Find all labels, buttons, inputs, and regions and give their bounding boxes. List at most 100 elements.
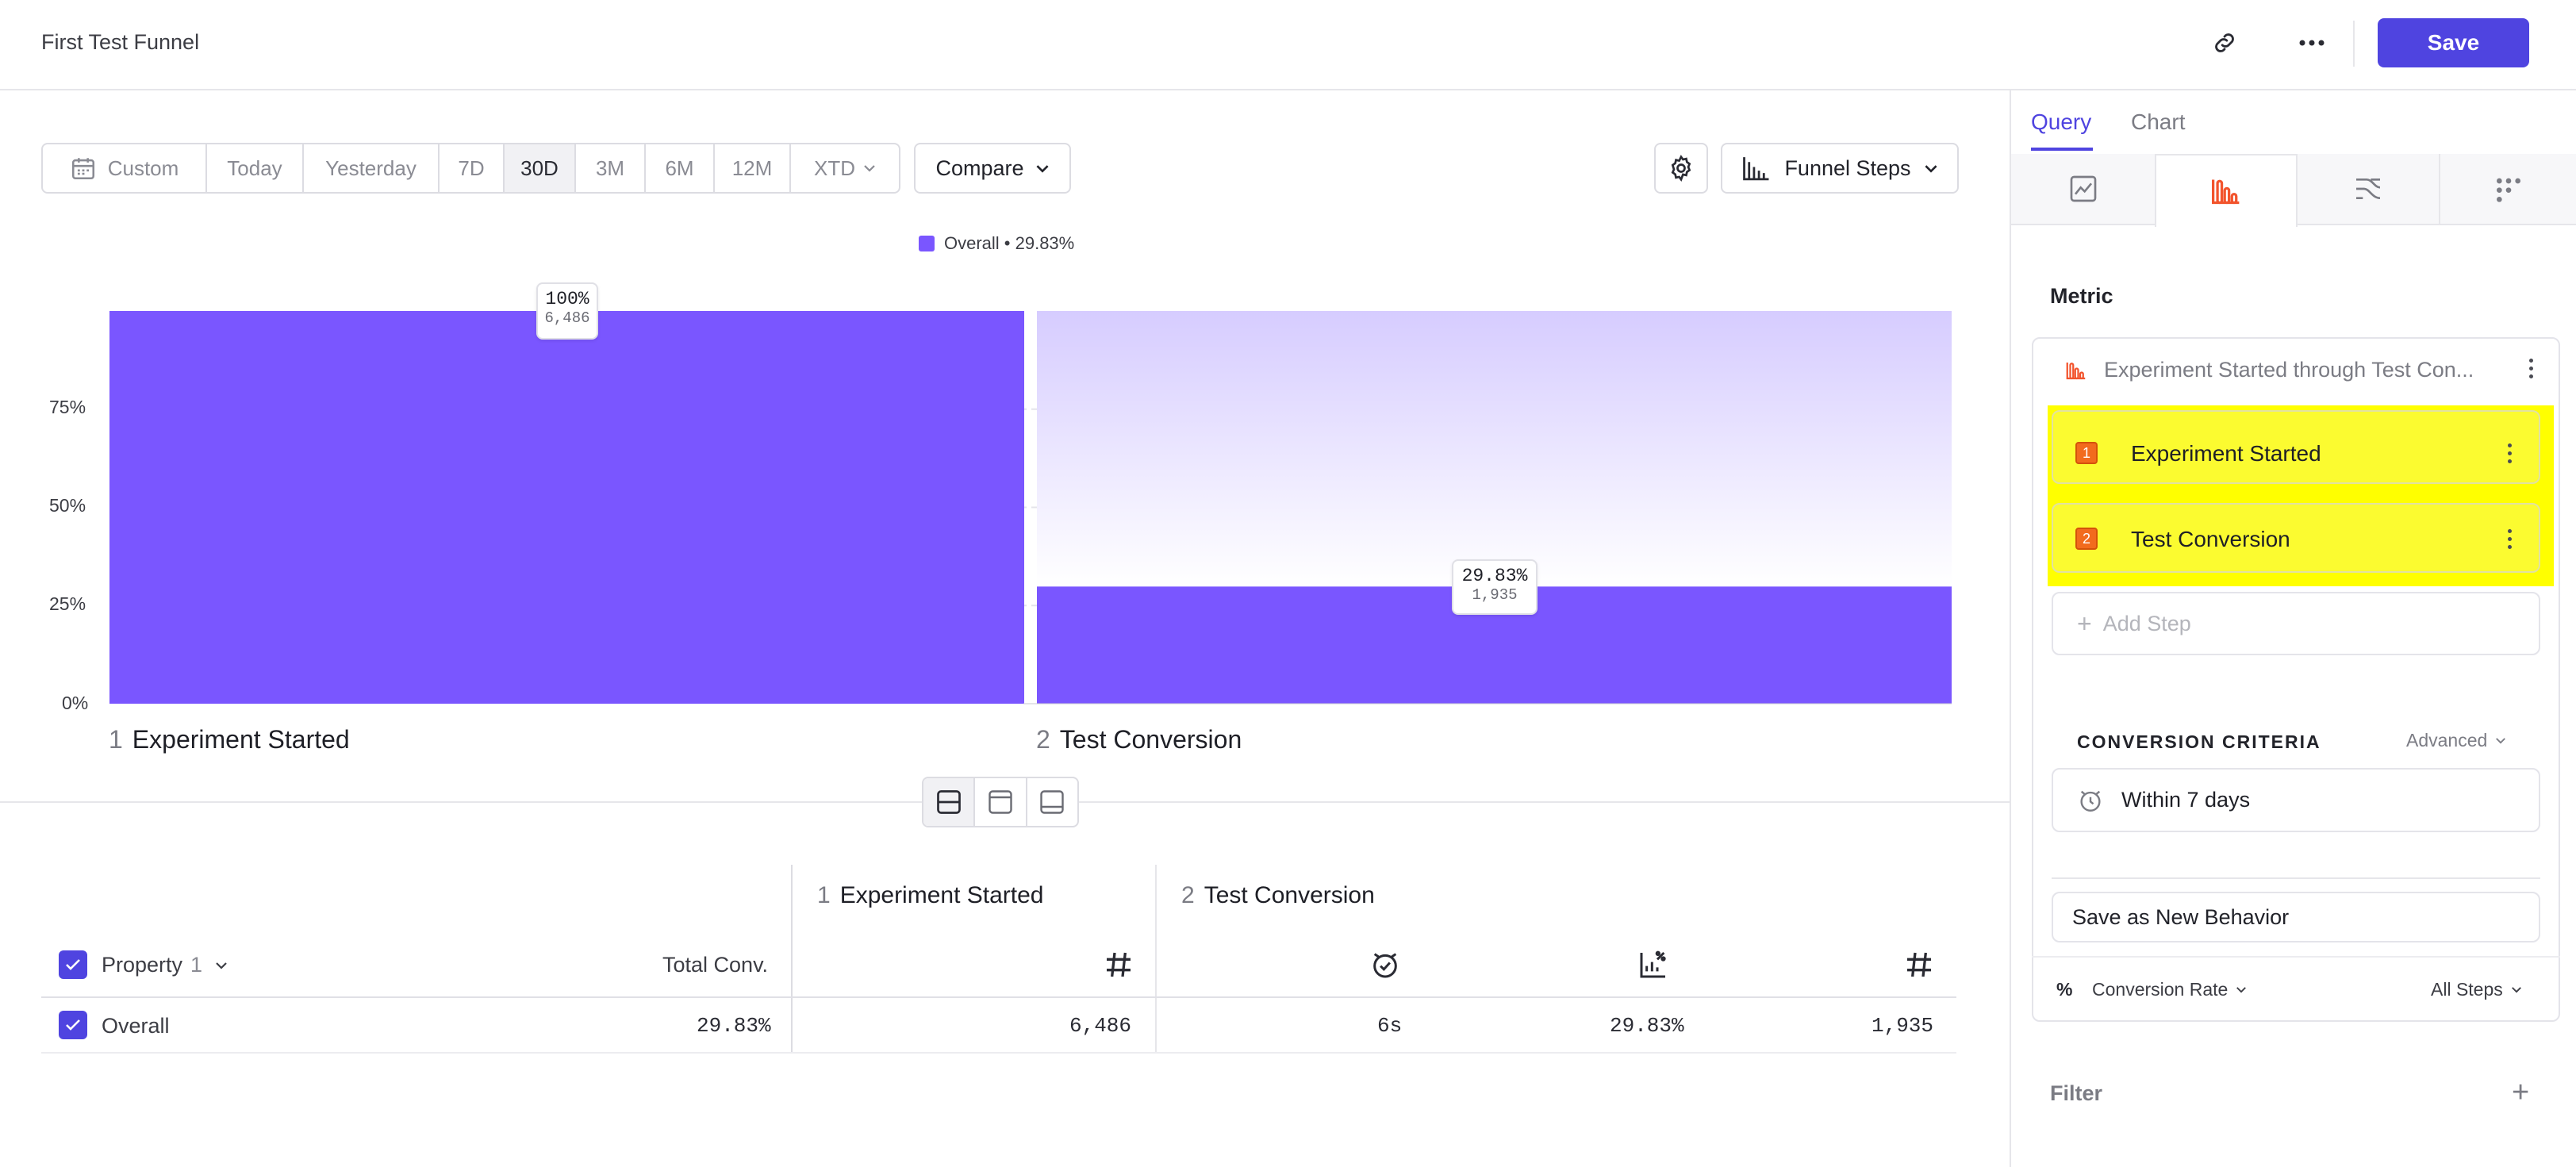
layout-split-button[interactable] [923, 778, 976, 826]
conversion-window-field[interactable]: Within 7 days [2052, 768, 2540, 832]
row-checkbox[interactable] [59, 1011, 87, 1039]
viz-retention-button[interactable] [2440, 154, 2576, 225]
step-number: 2 [1181, 882, 1195, 908]
chart-step-label: 1 Experiment Started [109, 725, 350, 754]
property-label: Property [102, 953, 183, 977]
funnel-chart [109, 311, 1952, 704]
row-label: Overall [102, 1014, 170, 1038]
add-step-button[interactable]: + Add Step [2052, 592, 2540, 655]
chevron-down-icon [2511, 987, 2521, 993]
line-chart-icon [2070, 175, 2096, 202]
step-badge: 1 [2075, 442, 2098, 464]
funnel-step-2[interactable] [2052, 503, 2540, 573]
metric-funnel-icon [2064, 359, 2088, 386]
bar-percent: 29.83% [1461, 566, 1528, 586]
step1-count-cell: 6,486 [1069, 1014, 1132, 1038]
property-column-header[interactable]: Property 1 [102, 953, 228, 977]
bar-value-label: 29.83% 1,935 [1452, 559, 1538, 615]
total-conv-header[interactable]: Total Conv. [662, 953, 768, 977]
all-steps-dropdown[interactable]: All Steps [2431, 979, 2522, 1000]
advanced-dropdown[interactable]: Advanced [2406, 730, 2506, 751]
conversion-rate-cell: 29.83% [1610, 1014, 1684, 1038]
funnel-chart-icon [2066, 363, 2086, 380]
retention-grid-icon [2496, 178, 2520, 202]
step-menu-icon[interactable] [2506, 443, 2513, 463]
hash-icon-svg [1907, 952, 1931, 977]
funnel-bar [109, 311, 1024, 704]
time-to-convert-cell: 6s [1377, 1014, 1403, 1038]
step-number: 1 [817, 882, 831, 908]
tab-chart[interactable]: Chart [2131, 109, 2185, 135]
layout-table-only-button[interactable] [1027, 778, 1077, 826]
step-name: Test Conversion [2131, 527, 2290, 551]
conversion-rate-icon[interactable] [1637, 949, 1669, 985]
conversion-rate-dropdown[interactable]: Conversion Rate [2092, 979, 2247, 1000]
bar-value-label: 100% 6,486 [536, 282, 598, 340]
step-menu-icon[interactable] [2506, 529, 2513, 549]
table-header-divider [41, 996, 1956, 998]
active-tab-indicator [2031, 148, 2093, 151]
table-column-divider [1155, 865, 1157, 1054]
save-behavior-label: Save as New Behavior [2072, 904, 2290, 929]
chevron-down-icon [216, 962, 227, 969]
table-step-header: 2 Test Conversion [1181, 882, 1375, 909]
advanced-label: Advanced [2406, 730, 2488, 750]
step-name: Experiment Started [839, 882, 1044, 908]
hash-icon[interactable] [1103, 949, 1134, 985]
time-to-convert-icon[interactable] [1369, 949, 1401, 985]
clock-check-icon [1373, 953, 1397, 978]
property-count: 1 [190, 953, 203, 977]
panel-divider [2032, 956, 2560, 958]
save-as-new-behavior-button[interactable]: Save as New Behavior [2052, 892, 2540, 942]
flows-icon [2356, 179, 2381, 199]
add-step-label: Add Step [2102, 611, 2191, 635]
save-button[interactable]: Save [2378, 18, 2529, 67]
plus-icon: + [2077, 608, 2092, 638]
step-name: Test Conversion [1059, 725, 1242, 754]
dropoff-bar [1037, 311, 1952, 587]
add-filter-icon[interactable]: + [2512, 1077, 2529, 1107]
total-conv-cell: 29.83% [697, 1014, 771, 1038]
step-name: Test Conversion [1204, 882, 1375, 908]
table-view-icon [1040, 790, 1065, 814]
tab-query[interactable]: Query [2031, 109, 2091, 135]
all-steps-label: All Steps [2431, 979, 2503, 1000]
table-column-divider [791, 865, 793, 1054]
step-number: 1 [109, 725, 123, 754]
filter-section-label: Filter [2050, 1081, 2103, 1105]
chart-view-icon [989, 790, 1012, 814]
alarm-clock-icon [2080, 790, 2101, 812]
percent-icon: % [2056, 979, 2073, 1000]
more-options-icon[interactable] [2288, 19, 2336, 67]
step-badge: 2 [2075, 528, 2098, 550]
funnel-chart-icon [2212, 179, 2240, 205]
chevron-down-icon [2496, 738, 2506, 744]
viz-segmentation-button[interactable] [2011, 154, 2156, 225]
split-view-icon [936, 790, 961, 814]
checkmark-icon [66, 959, 80, 970]
conversion-criteria-label: CONVERSION CRITERIA [2077, 731, 2321, 752]
conversion-rate-label: Conversion Rate [2092, 979, 2229, 1000]
metric-name[interactable]: Experiment Started through Test Con... [2104, 358, 2474, 382]
metric-menu-icon[interactable] [2528, 359, 2534, 378]
hash-icon[interactable] [1903, 949, 1935, 985]
table-step-header: 1 Experiment Started [817, 882, 1043, 909]
select-all-checkbox[interactable] [59, 950, 87, 979]
step2-count-cell: 1,935 [1872, 1014, 1934, 1038]
bar-count: 6,486 [544, 309, 590, 327]
checkmark-icon [66, 1019, 80, 1031]
viz-flows-button[interactable] [2298, 154, 2440, 225]
layout-toggle [922, 777, 1079, 827]
table-row-divider [41, 1052, 1956, 1054]
bar-percent: 100% [545, 289, 589, 309]
step-number: 2 [1036, 725, 1050, 754]
panel-divider [2052, 877, 2540, 879]
viz-funnel-button[interactable] [2155, 154, 2298, 227]
chart-percent-icon [1640, 950, 1666, 978]
step-name: Experiment Started [2131, 441, 2321, 466]
within-label: Within 7 days [2121, 788, 2251, 812]
hash-icon-svg [1107, 952, 1131, 977]
link-icon[interactable] [2201, 19, 2248, 67]
layout-chart-only-button[interactable] [975, 778, 1027, 826]
bar-count: 1,935 [1472, 586, 1518, 604]
